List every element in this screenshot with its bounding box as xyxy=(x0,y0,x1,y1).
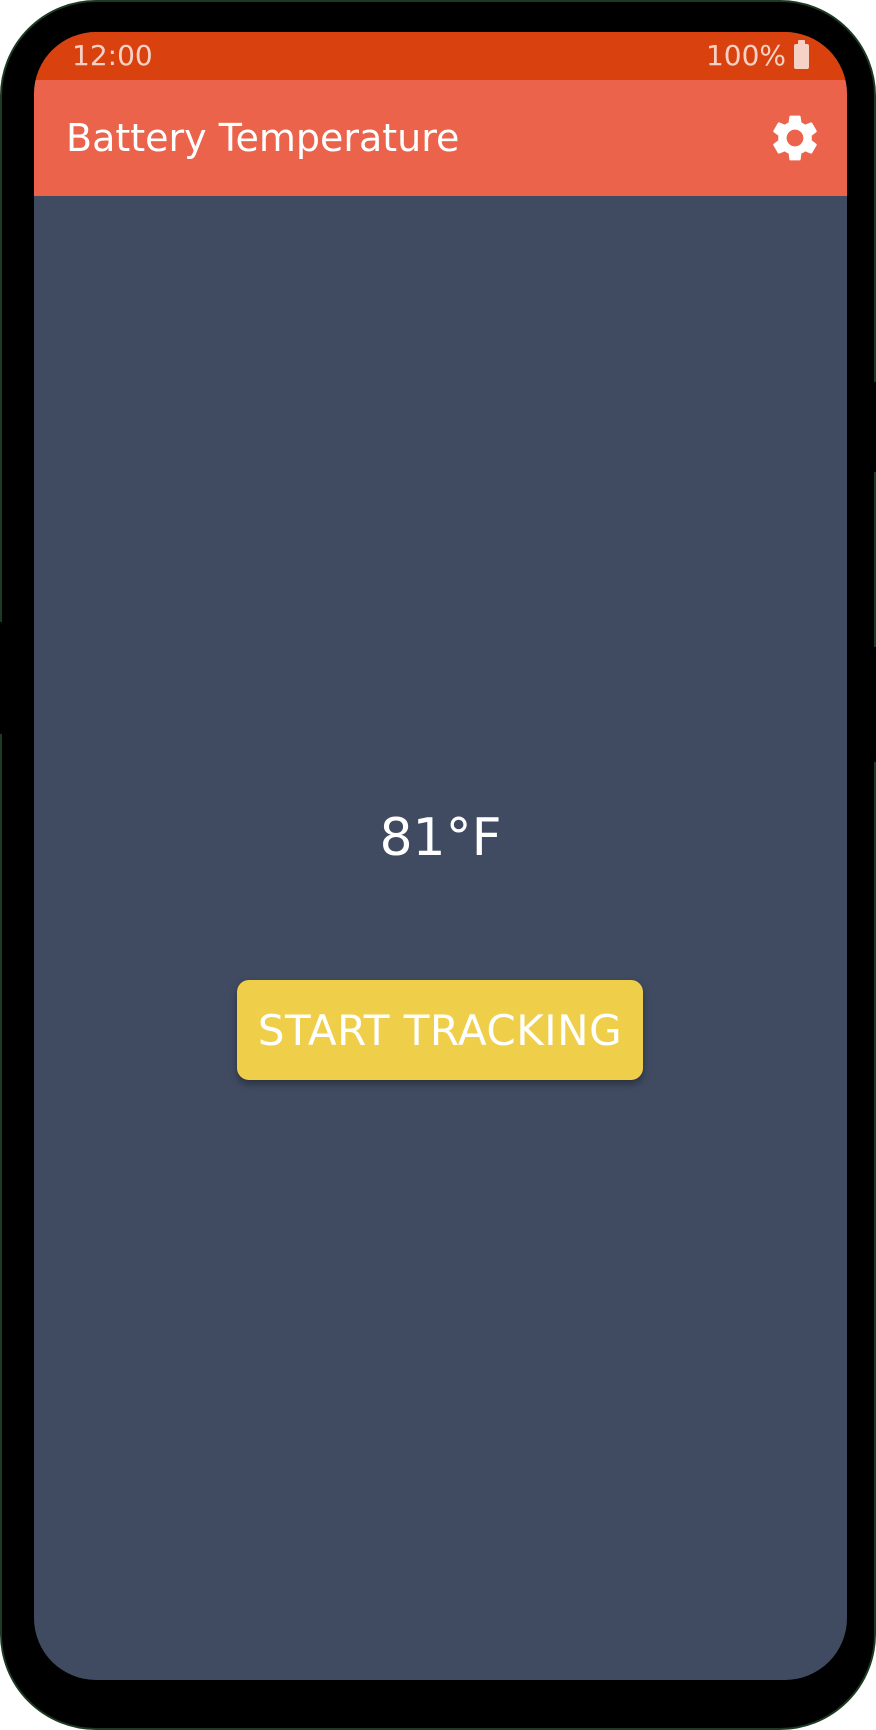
status-time: 12:00 xyxy=(72,39,153,72)
battery-percent: 100% xyxy=(705,39,786,72)
power-button-right-bottom xyxy=(872,647,876,762)
settings-button[interactable] xyxy=(765,108,825,168)
app-bar: Battery Temperature xyxy=(34,80,847,196)
battery-full-icon xyxy=(794,40,809,69)
phone-frame: 12:00 100% Battery Temperature 81°F STAR… xyxy=(0,0,876,1730)
volume-button xyxy=(0,622,4,734)
app-title: Battery Temperature xyxy=(66,116,460,160)
phone-screen: 12:00 100% Battery Temperature 81°F STAR… xyxy=(34,32,847,1680)
temperature-reading: 81°F xyxy=(379,808,502,868)
power-button-right-top xyxy=(872,382,876,472)
status-indicators: 100% xyxy=(706,39,809,72)
status-bar: 12:00 100% xyxy=(34,32,847,80)
gear-icon xyxy=(773,115,817,161)
start-tracking-button[interactable]: START TRACKING xyxy=(237,980,643,1080)
